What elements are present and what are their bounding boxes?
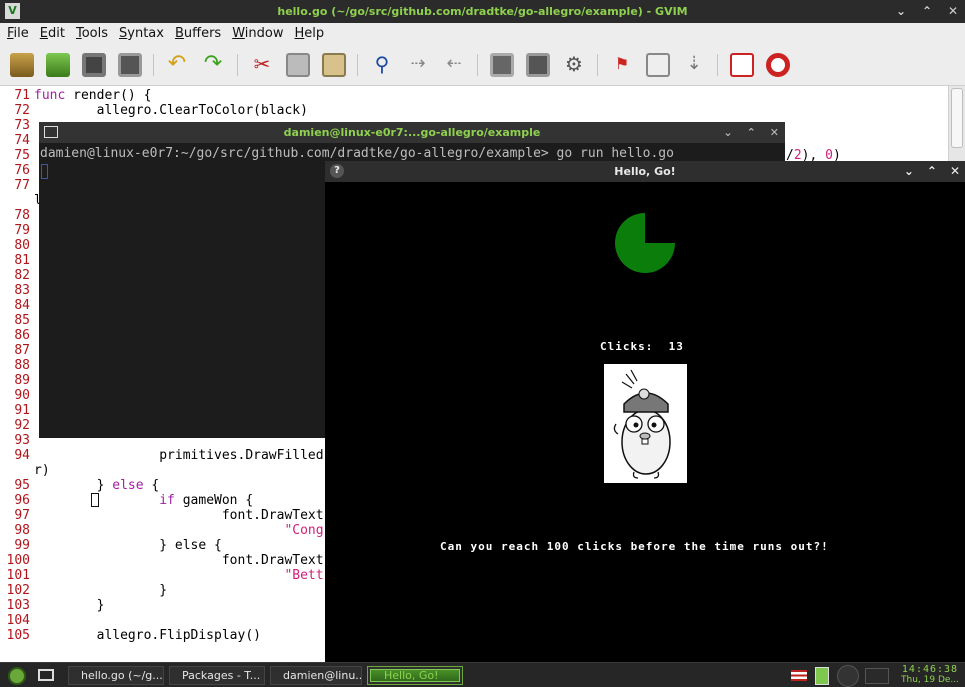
gvim-titlebar[interactable]: V hello.go (~/go/src/github.com/dradtke/… — [0, 0, 965, 23]
close-icon[interactable]: ✕ — [950, 161, 960, 182]
copy-icon[interactable] — [286, 53, 310, 77]
gvim-title: hello.go (~/go/src/github.com/dradtke/go… — [277, 5, 688, 18]
find-replace-icon[interactable]: ⚲ — [370, 53, 394, 77]
timer-pie — [615, 213, 675, 273]
run-script-icon[interactable]: ⚙ — [562, 53, 586, 77]
taskbar: hello.go (~/g... Packages - T... damien@… — [0, 662, 965, 687]
game-canvas[interactable]: Clicks: 13 Can you reach 100 clicks befo… — [325, 182, 965, 662]
task-hello-go[interactable]: Hello, Go! — [367, 666, 463, 685]
load-session-icon[interactable] — [490, 53, 514, 77]
save-icon[interactable] — [82, 53, 106, 77]
menu-file[interactable]: File — [6, 23, 35, 44]
volume-icon[interactable] — [837, 665, 859, 687]
menu-tools[interactable]: Tools — [75, 23, 114, 44]
keyboard-layout-flag-icon[interactable] — [791, 670, 807, 681]
build-tags-icon[interactable] — [646, 53, 670, 77]
terminal-title: damien@linux-e0r7:...go-allegro/example — [283, 126, 541, 139]
battery-icon[interactable] — [815, 667, 829, 685]
terminal-titlebar[interactable]: damien@linux-e0r7:...go-allegro/example … — [39, 122, 785, 143]
menu-syntax[interactable]: Syntax — [118, 23, 170, 44]
close-icon[interactable]: ✕ — [947, 0, 959, 23]
save-download-icon[interactable] — [46, 53, 70, 77]
scrollbar-thumb[interactable] — [951, 88, 963, 148]
allegro-title: Hello, Go! — [614, 165, 676, 178]
maximize-icon[interactable]: ⌃ — [927, 161, 937, 182]
menu-edit[interactable]: Edit — [39, 23, 71, 44]
task-gvim[interactable]: hello.go (~/g... — [68, 666, 164, 685]
network-icon[interactable] — [865, 668, 889, 684]
jump-tag-icon[interactable]: ⇣ — [682, 53, 706, 77]
toolbar: ↶ ↷ ✂ ⚲ ⇢ ⇠ ⚙ ⚑ ⇣ — [0, 44, 965, 86]
minimize-icon[interactable]: ⌄ — [904, 161, 914, 182]
task-terminal[interactable]: damien@linu... — [270, 666, 362, 685]
allegro-titlebar[interactable]: ? Hello, Go! ⌄ ⌃ ✕ — [325, 161, 965, 182]
clicks-label: Clicks: — [600, 340, 654, 353]
undo-icon[interactable]: ↶ — [165, 53, 189, 77]
redo-icon[interactable]: ↷ — [201, 53, 225, 77]
line-number: 71 — [14, 88, 30, 103]
minimize-icon[interactable]: ⌄ — [895, 0, 907, 23]
menu-buffers[interactable]: Buffers — [174, 23, 227, 44]
help-icon[interactable] — [730, 53, 754, 77]
open-icon[interactable] — [10, 53, 34, 77]
find-next-icon[interactable]: ⇢ — [406, 53, 430, 77]
cut-icon[interactable]: ✂ — [250, 53, 274, 77]
menu-window[interactable]: Window — [231, 23, 289, 44]
clicks-counter: Clicks: 13 — [600, 340, 684, 353]
paste-icon[interactable] — [322, 53, 346, 77]
clicks-value: 13 — [668, 340, 684, 353]
save-session-icon[interactable] — [526, 53, 550, 77]
timer-pie-area — [615, 213, 675, 273]
clock[interactable]: 14:46:38 Thu, 19 De... — [899, 664, 961, 686]
terminal-icon — [44, 126, 58, 138]
gopher-image[interactable] — [604, 364, 687, 483]
terminal-cursor — [41, 164, 48, 179]
minimize-icon[interactable]: ⌄ — [723, 122, 732, 143]
clock-time: 14:46:38 — [901, 664, 959, 675]
show-desktop-icon[interactable] — [38, 669, 54, 681]
find-help-icon[interactable] — [766, 53, 790, 77]
maximize-icon[interactable]: ⌃ — [921, 0, 933, 23]
start-menu-icon[interactable] — [8, 667, 26, 685]
menu-help[interactable]: Help — [293, 23, 330, 44]
terminal-prompt-line: damien@linux-e0r7:~/go/src/github.com/dr… — [40, 146, 674, 161]
allegro-window: ? Hello, Go! ⌄ ⌃ ✕ Clicks: 13 Can you re… — [325, 161, 965, 662]
vim-icon: V — [5, 3, 20, 19]
find-prev-icon[interactable]: ⇠ — [442, 53, 466, 77]
make-icon[interactable]: ⚑ — [610, 53, 634, 77]
clock-date: Thu, 19 De... — [901, 675, 959, 685]
task-packages[interactable]: Packages - T... — [169, 666, 265, 685]
help-icon[interactable]: ? — [330, 164, 344, 178]
game-message: Can you reach 100 clicks before the time… — [440, 540, 829, 553]
print-icon[interactable] — [118, 53, 142, 77]
menubar: File Edit Tools Syntax Buffers Window He… — [0, 23, 965, 44]
maximize-icon[interactable]: ⌃ — [747, 122, 756, 143]
close-icon[interactable]: ✕ — [770, 122, 779, 143]
